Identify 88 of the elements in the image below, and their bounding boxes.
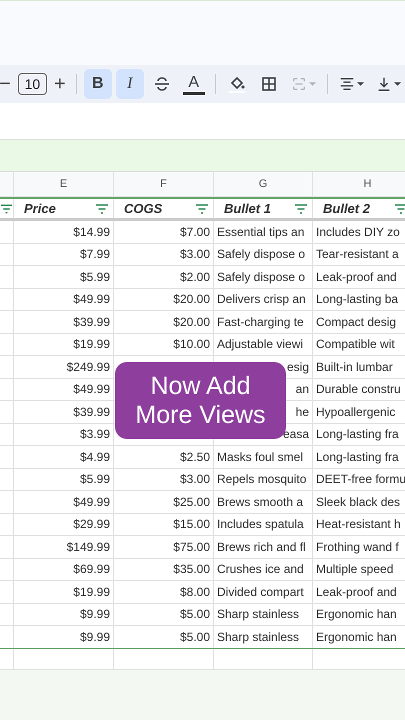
table-cell: $19.99 <box>73 337 110 352</box>
table-cell: $19.99 <box>73 584 110 599</box>
table-cell: Ergonomic han <box>316 630 397 644</box>
table-cell: Brews rich and fl <box>217 540 306 554</box>
table-cell: Leak-proof and <box>316 584 397 599</box>
table-cell: $29.99 <box>73 517 110 532</box>
table-cell: Essential tips an <box>217 224 304 239</box>
table-cell: Safely dispose o <box>217 247 306 262</box>
table-cell: Built-in lumbar <box>316 360 393 374</box>
italic-button[interactable]: I <box>116 69 144 99</box>
banner-text: Now Add <box>150 372 251 400</box>
table-cell: $5.99 <box>80 472 110 486</box>
table-cell: $39.99 <box>73 404 110 419</box>
table-cell: $69.99 <box>73 562 110 576</box>
table-cell: Crushes ice and <box>217 562 304 576</box>
table-cell: Sharp stainless <box>217 607 300 622</box>
table-cell: $8.00 <box>180 584 210 599</box>
table-cell: Compact desig <box>316 314 396 329</box>
column-header: COGS <box>124 201 162 216</box>
table-cell: an <box>296 382 309 396</box>
table-cell: $39.99 <box>73 314 110 329</box>
table-cell: Repels mosquito <box>217 472 306 486</box>
table-cell: Includes spatula <box>217 517 304 532</box>
table-cell: $2.50 <box>180 450 210 464</box>
table-cell: Masks foul smel <box>217 450 304 464</box>
table-cell: Ergonomic han <box>316 607 397 622</box>
table-cell: Frothing wand f <box>316 540 399 554</box>
table-cell: $20.00 <box>173 314 210 329</box>
table-cell: Compatible wit <box>316 337 395 352</box>
table-cell: $3.99 <box>80 427 110 442</box>
table-cell: Adjustable viewi <box>217 337 304 352</box>
table-cell: Sleek black des <box>316 494 400 509</box>
table-cell: $9.99 <box>80 607 110 622</box>
increase-size-button[interactable]: + <box>50 72 69 96</box>
table-cell: Durable constru <box>316 382 401 396</box>
table-cell: $5.99 <box>80 270 110 284</box>
table-cell: Long-lasting ba <box>316 292 398 306</box>
table-cell: $7.99 <box>80 247 110 262</box>
table-cell: DEET-free formu <box>316 472 405 486</box>
decrease-size-button[interactable]: − <box>0 72 14 96</box>
table-cell: Leak-proof and <box>316 270 397 284</box>
table-cell: $49.99 <box>73 494 110 509</box>
column-letter[interactable]: E <box>60 178 68 190</box>
column-letter[interactable]: F <box>160 178 167 190</box>
table-cell: $149.99 <box>66 540 110 554</box>
table-cell: $10.00 <box>173 337 210 352</box>
text-color-button[interactable]: A <box>180 69 208 99</box>
column-letter[interactable]: H <box>364 178 372 190</box>
table-cell: $3.00 <box>180 472 210 486</box>
table-cell: Multiple speed <box>316 562 394 576</box>
table-cell: $25.00 <box>173 494 210 509</box>
column-header: Price <box>24 201 56 216</box>
table-cell: $9.99 <box>80 630 110 644</box>
table-cell: Tear-resistant a <box>316 247 399 262</box>
table-cell: $249.99 <box>66 360 110 374</box>
table-cell: Brews smooth a <box>217 494 304 509</box>
table-cell: $5.00 <box>180 630 210 644</box>
table-cell: Long-lasting fra <box>316 427 399 442</box>
table-cell: Hypoallergenic <box>316 404 396 419</box>
table-cell: Divided compart <box>217 584 304 599</box>
table-cell: $15.00 <box>173 517 210 532</box>
banner-text: More Views <box>135 400 266 430</box>
table-cell: $75.00 <box>173 540 210 554</box>
table-cell: Delivers crisp an <box>217 292 306 306</box>
table-cell: Includes DIY zo <box>316 224 400 239</box>
bold-button[interactable]: B <box>84 69 112 99</box>
table-cell: Fast-charging te <box>217 314 304 329</box>
table-cell: $4.99 <box>80 450 110 464</box>
table-cell: $5.00 <box>180 607 210 622</box>
table-cell: esig <box>286 360 309 374</box>
table-cell: Heat-resistant h <box>316 517 401 532</box>
table-cell: $14.99 <box>73 224 110 239</box>
font-size-field[interactable]: 10 <box>18 73 47 95</box>
table-cell: he <box>296 404 309 419</box>
table-cell: $49.99 <box>73 292 110 306</box>
column-header: Bullet 2 <box>323 201 370 216</box>
table-cell: $7.00 <box>180 224 210 239</box>
column-letter[interactable]: G <box>258 178 268 190</box>
table-cell: Long-lasting fra <box>316 450 399 464</box>
table-cell: Sharp stainless <box>217 630 300 644</box>
table-cell: $3.00 <box>180 247 210 262</box>
table-cell: $35.00 <box>173 562 210 576</box>
table-cell: easa <box>282 427 309 442</box>
table-cell: $20.00 <box>173 292 210 306</box>
table-cell: Safely dispose o <box>217 270 306 284</box>
table-cell: $2.00 <box>180 270 210 284</box>
table-cell: $49.99 <box>73 382 110 396</box>
column-header: Bullet 1 <box>224 201 271 216</box>
